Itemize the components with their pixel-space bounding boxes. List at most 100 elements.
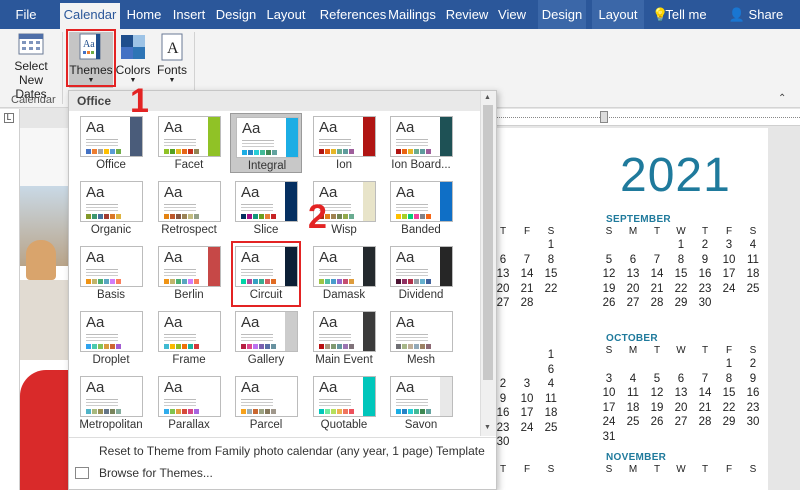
- theme-tile[interactable]: Aa Slice: [230, 178, 302, 238]
- theme-tile[interactable]: Aa Mesh: [385, 308, 457, 368]
- fonts-button[interactable]: A Fonts ▼: [154, 32, 190, 88]
- theme-tile[interactable]: Aa Gallery: [230, 308, 302, 368]
- collapse-ribbon-icon[interactable]: ⌃: [778, 93, 786, 104]
- theme-tile[interactable]: Aa Banded: [385, 178, 457, 238]
- scrollbar-thumb[interactable]: [483, 105, 493, 380]
- tab-references[interactable]: References: [314, 0, 392, 29]
- theme-tile[interactable]: Aa Damask: [308, 243, 380, 303]
- scroll-down-icon[interactable]: ▼: [484, 424, 491, 431]
- color-swatch: [408, 409, 413, 414]
- theme-sample-text: Aa: [396, 249, 415, 266]
- color-swatch: [104, 279, 109, 284]
- color-swatch: [396, 279, 401, 284]
- theme-tile[interactable]: Aa Parcel: [230, 373, 302, 433]
- theme-tile[interactable]: Aa Main Event: [308, 308, 380, 368]
- tab-insert[interactable]: Insert: [168, 0, 210, 29]
- theme-tile[interactable]: Aa Ion Board...: [385, 113, 457, 173]
- color-swatch: [242, 150, 247, 155]
- theme-tile[interactable]: Aa Berlin: [153, 243, 225, 303]
- reset-theme-menu-item[interactable]: Reset to Theme from Family photo calenda…: [99, 444, 485, 458]
- tab-design-table[interactable]: Design: [538, 0, 586, 29]
- theme-accent-band: [130, 312, 142, 351]
- gallery-scrollbar[interactable]: ▲ ▼: [480, 91, 496, 436]
- color-swatch: [194, 344, 199, 349]
- tab-view[interactable]: View: [494, 0, 530, 29]
- theme-tile[interactable]: Aa Dividend: [385, 243, 457, 303]
- theme-tile[interactable]: Aa Facet: [153, 113, 225, 173]
- weekday-label: W: [676, 226, 686, 237]
- color-swatch: [92, 344, 97, 349]
- browse-themes-menu-item[interactable]: Browse for Themes...: [99, 466, 213, 480]
- colors-button[interactable]: Colors ▼: [114, 32, 152, 88]
- day-cell: 16: [746, 387, 760, 399]
- tab-mailings[interactable]: Mailings: [386, 0, 438, 29]
- theme-accent-band: [208, 377, 220, 416]
- tell-me-box[interactable]: 💡 Tell me: [652, 0, 722, 29]
- weekday-label: M: [628, 226, 638, 237]
- day-cell: 18: [626, 401, 640, 414]
- horizontal-ruler[interactable]: [496, 109, 800, 126]
- theme-tile[interactable]: Aa Parallax: [153, 373, 225, 433]
- theme-tile[interactable]: Aa Retrospect: [153, 178, 225, 238]
- theme-name: Slice: [253, 224, 279, 236]
- theme-name: Ion: [336, 159, 352, 171]
- theme-tile[interactable]: Aa Organic: [75, 178, 147, 238]
- color-swatch: [92, 409, 97, 414]
- color-swatch: [194, 279, 199, 284]
- day-cell: 28: [520, 297, 534, 309]
- tab-stop-selector[interactable]: L: [4, 113, 14, 123]
- color-swatch: [402, 409, 407, 414]
- theme-sample-text: Aa: [164, 379, 183, 396]
- theme-tile[interactable]: Aa Frame: [153, 308, 225, 368]
- color-swatch: [420, 214, 425, 219]
- day-cell: 6: [629, 253, 637, 266]
- weekday-label: W: [676, 464, 686, 475]
- theme-tile[interactable]: Aa Basis: [75, 243, 147, 303]
- tab-layout[interactable]: Layout: [262, 0, 310, 29]
- theme-thumbnail: Aa: [236, 117, 299, 158]
- step-marker-one: 1: [130, 82, 149, 120]
- tab-design[interactable]: Design: [214, 0, 258, 29]
- theme-tile[interactable]: Aa Ion: [308, 113, 380, 173]
- theme-tile[interactable]: Aa Office: [75, 113, 147, 173]
- theme-sample-text: Aa: [319, 314, 338, 331]
- tab-calendar[interactable]: Calendar: [60, 3, 120, 29]
- scroll-up-icon[interactable]: ▲: [484, 94, 491, 101]
- share-button[interactable]: 👤 Share: [726, 0, 786, 29]
- theme-accent-band: [208, 117, 220, 156]
- theme-thumbnail: Aa: [313, 246, 376, 287]
- theme-accent-band: [208, 312, 220, 351]
- theme-tile[interactable]: Aa Metropolitan: [75, 373, 147, 433]
- theme-tile[interactable]: Aa Quotable: [308, 373, 380, 433]
- theme-thumbnail: Aa: [390, 376, 453, 417]
- color-swatch: [343, 279, 348, 284]
- color-swatch: [331, 279, 336, 284]
- theme-name: Facet: [174, 159, 204, 171]
- theme-tile[interactable]: Aa Savon: [385, 373, 457, 433]
- tab-home[interactable]: Home: [124, 0, 164, 29]
- fonts-label: Fonts: [156, 63, 187, 77]
- tab-layout-table[interactable]: Layout: [592, 0, 644, 29]
- color-swatch: [337, 149, 342, 154]
- tab-file[interactable]: File: [6, 0, 46, 29]
- day-cell: 24: [722, 282, 736, 295]
- color-swatch: [325, 149, 330, 154]
- indent-marker[interactable]: [600, 111, 608, 123]
- theme-name: Parallax: [168, 419, 210, 431]
- theme-sample-lines: [86, 204, 118, 205]
- tab-review[interactable]: Review: [442, 0, 492, 29]
- color-swatch: [408, 344, 413, 349]
- day-cell: 25: [544, 421, 558, 434]
- color-swatch: [414, 149, 419, 154]
- theme-sample-lines: [396, 334, 428, 335]
- vertical-ruler[interactable]: L: [0, 109, 20, 490]
- theme-sample-text: Aa: [396, 379, 415, 396]
- day-cell: 28: [650, 297, 664, 309]
- theme-tile[interactable]: Aa Droplet: [75, 308, 147, 368]
- select-new-dates-button[interactable]: Select New Dates: [4, 32, 58, 101]
- theme-tile[interactable]: Aa Integral: [230, 113, 302, 173]
- weekday-label: S: [547, 464, 555, 475]
- day-cell: 14: [520, 268, 534, 280]
- day-cell: 8: [547, 253, 555, 266]
- fonts-icon: A: [161, 33, 183, 61]
